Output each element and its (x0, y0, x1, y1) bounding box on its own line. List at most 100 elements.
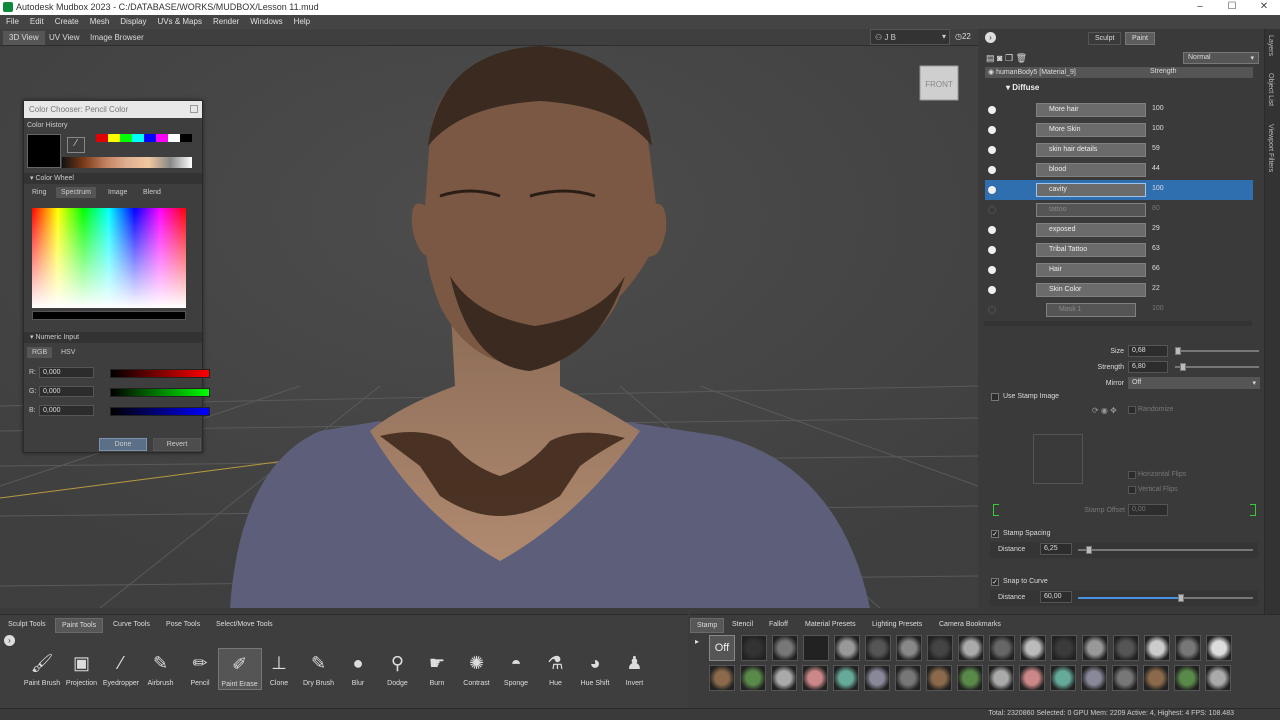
tool-pencil[interactable]: ✏ Pencil (178, 648, 222, 690)
history-swatch[interactable] (156, 134, 168, 142)
stamp-thumbnail[interactable] (741, 635, 767, 661)
layer-strength[interactable]: 100 (1152, 185, 1164, 192)
stamp-thumbnail[interactable] (740, 665, 766, 691)
layer-name[interactable]: Mask 1 (1046, 303, 1136, 317)
vertical-flips-checkbox[interactable] (1128, 486, 1136, 494)
viewcube[interactable]: FRONT (919, 65, 959, 101)
size-input[interactable]: 0,68 (1128, 345, 1168, 357)
tab-pose-tools[interactable]: Pose Tools (160, 618, 206, 631)
tab-camera-bookmarks[interactable]: Camera Bookmarks (933, 618, 1007, 631)
notification-badge[interactable]: ◷22 (955, 32, 971, 41)
layer-strength[interactable]: 80 (1152, 205, 1160, 212)
copy-icon[interactable]: ❐ (1005, 53, 1013, 63)
history-swatch[interactable] (108, 134, 120, 142)
stamp-thumbnail[interactable] (988, 665, 1014, 691)
stamp-thumbnail[interactable] (1051, 635, 1077, 661)
tool-hue-shift[interactable]: ◕ Hue Shift (573, 648, 617, 690)
layer-strength[interactable]: 100 (1152, 305, 1164, 312)
trash-icon[interactable]: 🗑 (1016, 53, 1027, 63)
stamp-thumbnail[interactable] (771, 665, 797, 691)
layer-name[interactable]: blood (1036, 163, 1146, 177)
tool-dodge[interactable]: ⚲ Dodge (376, 648, 420, 690)
stamp-thumbnail[interactable] (896, 635, 922, 661)
layer-name[interactable]: More Skin (1036, 123, 1146, 137)
layer-strength[interactable]: 44 (1152, 165, 1160, 172)
rotate-icon[interactable]: ⟳ ◉ ✥ (1092, 406, 1117, 415)
history-swatch[interactable] (168, 134, 180, 142)
layer-strength[interactable]: 100 (1152, 125, 1164, 132)
tab-select-move-tools[interactable]: Select/Move Tools (210, 618, 279, 631)
stamp-thumbnail[interactable] (1174, 665, 1200, 691)
tab-sculpt-tools[interactable]: Sculpt Tools (2, 618, 52, 631)
distance-input-2[interactable]: 60,00 (1040, 591, 1072, 603)
color-history-palette[interactable] (62, 157, 192, 168)
nav-arrow-icon[interactable]: › (985, 32, 996, 43)
tool-projection[interactable]: ▣ Projection (60, 648, 104, 690)
menu-render[interactable]: Render (207, 15, 244, 29)
stamp-offset-input[interactable]: 0,00 (1128, 504, 1168, 516)
done-button[interactable]: Done (99, 438, 147, 451)
spectrum-picker[interactable] (32, 208, 186, 308)
size-slider[interactable] (1175, 350, 1259, 352)
tab-3d-view[interactable]: 3D View (3, 31, 45, 45)
revert-button[interactable]: Revert (153, 438, 201, 451)
menu-edit[interactable]: Edit (24, 15, 49, 29)
layer-name[interactable]: Tribal Tattoo (1036, 243, 1146, 257)
distance-input-1[interactable]: 6,25 (1040, 543, 1072, 555)
stamp-thumbnail[interactable] (958, 635, 984, 661)
stamp-thumbnail[interactable] (1019, 665, 1045, 691)
g-slider[interactable] (110, 388, 210, 397)
use-stamp-image-checkbox[interactable] (991, 393, 999, 401)
stamp-thumbnail[interactable] (1143, 665, 1169, 691)
tab-image-browser[interactable]: Image Browser (84, 31, 150, 45)
stamp-spacing-checkbox[interactable]: ✓ (991, 530, 999, 538)
mirror-select[interactable]: Off ▾ (1128, 377, 1260, 389)
stamp-thumbnail[interactable] (864, 665, 890, 691)
tool-invert[interactable]: ♟ Invert (613, 648, 657, 690)
blend-mode-select[interactable]: Normal ▾ (1183, 52, 1259, 64)
menu-display[interactable]: Display (114, 15, 151, 29)
layer-name[interactable]: Skin Color (1036, 283, 1146, 297)
tool-sponge[interactable]: ◓ Sponge (494, 648, 538, 690)
stamp-thumbnail[interactable] (927, 635, 953, 661)
stamp-thumbnail[interactable] (989, 635, 1015, 661)
tab-paint[interactable]: Paint (1125, 32, 1155, 45)
layer-visibility-icon[interactable] (988, 166, 996, 174)
tool-airbrush[interactable]: ✎ Airbrush (139, 648, 183, 690)
stamp-thumbnail[interactable] (1175, 635, 1201, 661)
stamp-thumbnail[interactable] (1206, 635, 1232, 661)
side-tab-object-list[interactable]: Object List (1267, 73, 1274, 106)
b-input[interactable]: 0,000 (39, 405, 94, 416)
menu-mesh[interactable]: Mesh (84, 15, 115, 29)
tool-paint-erase[interactable]: ✐ Paint Erase (217, 648, 262, 690)
tab-material-presets[interactable]: Material Presets (799, 618, 862, 631)
strength-input[interactable]: 6,80 (1128, 361, 1168, 373)
layer-strength[interactable]: 63 (1152, 245, 1160, 252)
stamp-thumbnail[interactable] (895, 665, 921, 691)
tool-burn[interactable]: ☛ Burn (415, 648, 459, 690)
stamp-thumbnail[interactable] (926, 665, 952, 691)
stamp-thumbnail[interactable] (1112, 665, 1138, 691)
stamp-thumbnail[interactable] (1113, 635, 1139, 661)
tool-hue[interactable]: ⚗ Hue (534, 648, 578, 690)
stamp-thumbnail[interactable] (1081, 665, 1107, 691)
history-swatch[interactable] (180, 134, 192, 142)
stamp-thumbnail[interactable] (1144, 635, 1170, 661)
stamp-thumbnail[interactable] (833, 665, 859, 691)
eye-icon[interactable]: ◉ (988, 69, 996, 76)
layer-strength[interactable]: 100 (1152, 105, 1164, 112)
tool-blur[interactable]: ● Blur (336, 648, 380, 690)
tool-nav-icon[interactable]: › (4, 635, 15, 646)
layer-visibility-icon[interactable] (988, 186, 996, 194)
minimize-button[interactable]: – (1190, 1, 1210, 12)
layer-visibility-icon[interactable] (988, 206, 996, 214)
tool-eyedropper[interactable]: ⁄ Eyedropper (99, 648, 143, 690)
tab-falloff[interactable]: Falloff (763, 618, 794, 631)
r-slider[interactable] (110, 369, 210, 378)
layer-visibility-icon[interactable] (988, 146, 996, 154)
layer-visibility-icon[interactable] (988, 106, 996, 114)
tab-uv-view[interactable]: UV View (43, 31, 86, 45)
stamp-preview[interactable] (1033, 434, 1083, 484)
layer-visibility-icon[interactable] (988, 226, 996, 234)
history-swatch[interactable] (132, 134, 144, 142)
